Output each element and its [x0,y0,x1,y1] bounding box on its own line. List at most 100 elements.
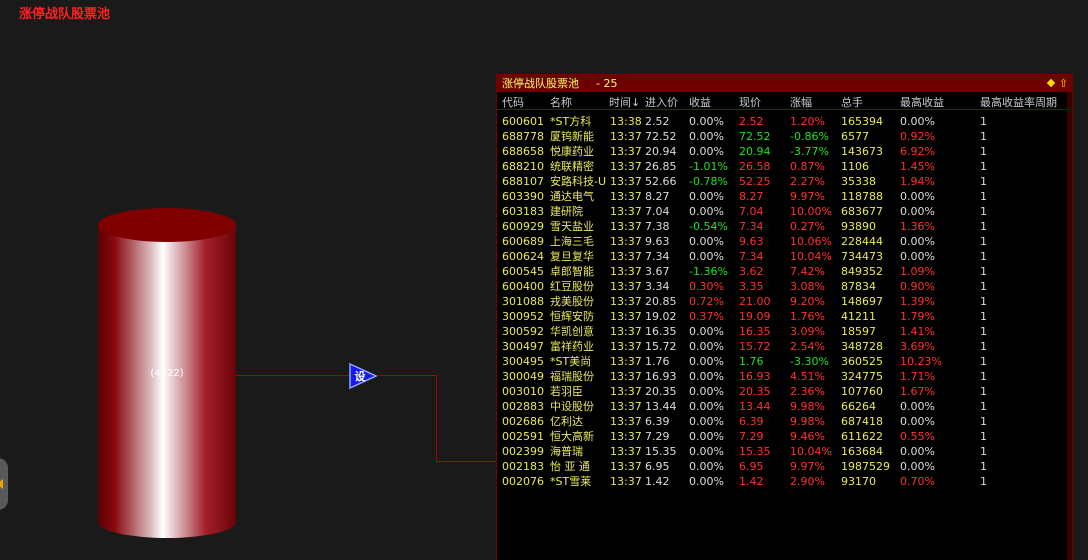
cell-return: 0.00% [689,190,724,203]
setting-node[interactable]: 设 [349,363,377,389]
cell-volume: 6577 [841,130,869,143]
scrollbar[interactable] [1067,92,1072,560]
cell-time: 13:37 [610,175,642,188]
col-time[interactable]: 时间↓ [609,94,640,110]
cell-code: 600400 [502,280,544,293]
cell-code: 003010 [502,385,544,398]
cell-return: 0.00% [689,205,724,218]
cell-price: 3.62 [739,265,764,278]
table-row[interactable]: 002076 *ST雪莱 13:37 1.42 0.00% 1.42 2.90% 93170 0… [497,474,1072,489]
cell-price: 20.35 [739,385,771,398]
cell-volume: 611622 [841,430,883,443]
cell-name: 恒辉安防 [550,310,594,323]
table-row[interactable]: 002591 恒大高新 13:37 7.29 0.00% 7.29 9.46% 611622 0… [497,429,1072,444]
table-row[interactable]: 301088 戎美股份 13:37 20.85 0.72% 21.00 9.20% 14869… [497,294,1072,309]
cell-change: 0.27% [790,220,825,233]
cell-price: 2.52 [739,115,764,128]
col-cycle[interactable]: 最高收益率周期 [980,94,1057,110]
table-row[interactable]: 002183 怡 亚 通 13:37 6.95 0.00% 6.95 9.97% 198752… [497,459,1072,474]
table-row[interactable]: 003010 若羽臣 13:37 20.35 0.00% 20.35 2.36% 107760… [497,384,1072,399]
cell-name: *ST方科 [550,115,592,128]
cell-max-return: 0.00% [900,235,935,248]
cell-max-return: 0.92% [900,130,935,143]
table-row[interactable]: 600400 红豆股份 13:37 3.34 0.30% 3.35 3.08% 87834 0.… [497,279,1072,294]
cell-name: 红豆股份 [550,280,594,293]
cell-return: 0.00% [689,400,724,413]
cell-entry-price: 20.94 [645,145,677,158]
cell-name: 恒大高新 [550,430,594,443]
table-row[interactable]: 002686 亿利达 13:37 6.39 0.00% 6.39 9.98% 687418 0.… [497,414,1072,429]
cell-entry-price: 6.39 [645,415,670,428]
table-row[interactable]: 002399 海普瑞 13:37 15.35 0.00% 15.35 10.04% 16368… [497,444,1072,459]
cell-entry-price: 7.29 [645,430,670,443]
cell-price: 6.95 [739,460,764,473]
cell-time: 13:37 [610,295,642,308]
col-volume[interactable]: 总手 [841,94,863,110]
table-row[interactable]: 688658 悦康药业 13:37 20.94 0.00% 20.94 -3.77% 1436… [497,144,1072,159]
table-row[interactable]: 300952 恒辉安防 13:37 19.02 0.37% 19.09 1.76% 41211… [497,309,1072,324]
cell-max-return: 6.92% [900,145,935,158]
col-price[interactable]: 现价 [739,94,761,110]
cell-time: 13:37 [610,340,642,353]
cell-entry-price: 13.44 [645,400,677,413]
table-row[interactable]: 300495 *ST美尚 13:37 1.76 0.00% 1.76 -3.30% 36052… [497,354,1072,369]
cell-time: 13:38 [610,115,642,128]
cell-time: 13:37 [610,205,642,218]
col-return[interactable]: 收益 [689,94,711,110]
cell-cycle: 1 [980,460,987,473]
table-row[interactable]: 600601 *ST方科 13:38 2.52 0.00% 2.52 1.20% 165394… [497,114,1072,129]
cell-change: 2.27% [790,175,825,188]
table-row[interactable]: 600624 复旦复华 13:37 7.34 0.00% 7.34 10.04% 734473… [497,249,1072,264]
table-row[interactable]: 688107 安路科技-U 13:37 52.66 -0.78% 52.25 2.27% 35… [497,174,1072,189]
table-row[interactable]: 600545 卓郎智能 13:37 3.67 -1.36% 3.62 7.42% 849352… [497,264,1072,279]
diamond-icon[interactable] [1046,78,1056,88]
cell-code: 300952 [502,310,544,323]
cell-return: 0.00% [689,385,724,398]
table-row[interactable]: 300497 富祥药业 13:37 15.72 0.00% 15.72 2.54% 34872… [497,339,1072,354]
col-change[interactable]: 涨幅 [790,94,812,110]
stock-pool-cylinder[interactable]: (4722) [98,208,236,538]
cell-cycle: 1 [980,160,987,173]
cell-cycle: 1 [980,415,987,428]
cell-code: 688107 [502,175,544,188]
stock-pool-window[interactable]: 涨停战队股票池 - 25 ⇧ 代码 名称 时间↓ 进入价 收益 现价 涨幅 总手… [496,74,1073,560]
window-count: - 25 [596,77,618,90]
cell-cycle: 1 [980,190,987,203]
cell-change: 9.97% [790,460,825,473]
table-header: 代码 名称 时间↓ 进入价 收益 现价 涨幅 总手 最高收益 最高收益率周期 [497,92,1072,110]
cell-return: 0.00% [689,415,724,428]
table-row[interactable]: 300049 福瑞股份 13:37 16.93 0.00% 16.93 4.51% 32477… [497,369,1072,384]
cell-code: 300497 [502,340,544,353]
cell-price: 15.35 [739,445,771,458]
col-code[interactable]: 代码 [502,94,524,110]
cell-max-return: 0.00% [900,400,935,413]
cell-code: 002399 [502,445,544,458]
cell-cycle: 1 [980,295,987,308]
cell-return: 0.00% [689,235,724,248]
table-row[interactable]: 688778 厦钨新能 13:37 72.52 0.00% 72.52 -0.86% 6577… [497,129,1072,144]
table-row[interactable]: 603390 通达电气 13:37 8.27 0.00% 8.27 9.97% 118788 0… [497,189,1072,204]
table-row[interactable]: 002883 中设股份 13:37 13.44 0.00% 13.44 9.98% 66264… [497,399,1072,414]
col-max-return[interactable]: 最高收益 [900,94,944,110]
collapse-arrow-icon[interactable] [0,458,8,510]
page-title: 涨停战队股票池 [19,7,111,22]
cell-entry-price: 16.93 [645,370,677,383]
cell-max-return: 0.90% [900,280,935,293]
cell-name: 戎美股份 [550,295,594,308]
table-row[interactable]: 603183 建研院 13:37 7.04 0.00% 7.04 10.00% 683677 0… [497,204,1072,219]
cell-entry-price: 7.04 [645,205,670,218]
col-entry[interactable]: 进入价 [645,94,678,110]
cell-max-return: 0.00% [900,190,935,203]
table-row[interactable]: 600689 上海三毛 13:37 9.63 0.00% 9.63 10.06% 228444… [497,234,1072,249]
col-name[interactable]: 名称 [550,94,572,110]
cell-cycle: 1 [980,205,987,218]
cell-return: 0.00% [689,475,724,488]
window-titlebar[interactable]: 涨停战队股票池 - 25 ⇧ [497,75,1072,92]
table-row[interactable]: 688210 统联精密 13:37 26.85 -1.01% 26.58 0.87% 1106… [497,159,1072,174]
table-row[interactable]: 300592 华凯创意 13:37 16.35 0.00% 16.35 3.09% 18597… [497,324,1072,339]
cell-name: 悦康药业 [550,145,594,158]
cell-return: 0.00% [689,340,724,353]
cell-change: 9.20% [790,295,825,308]
table-row[interactable]: 600929 雪天盐业 13:37 7.38 -0.54% 7.34 0.27% 93890 1… [497,219,1072,234]
arrow-up-icon[interactable]: ⇧ [1059,75,1068,92]
